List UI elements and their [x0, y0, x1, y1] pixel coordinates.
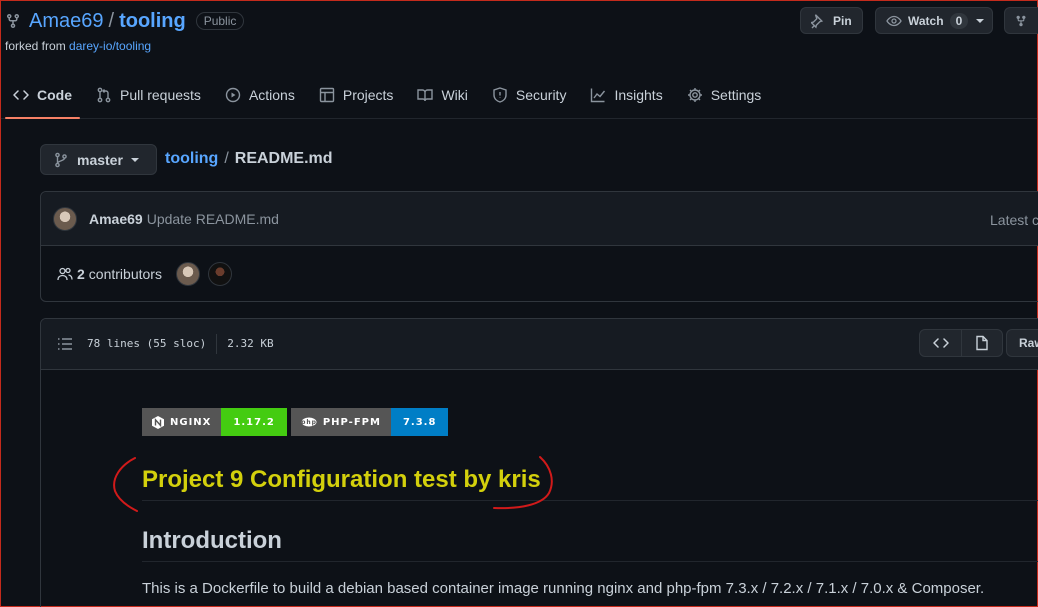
commit-author-link[interactable]: Amae69: [89, 211, 143, 227]
php-logo-icon: php: [301, 417, 317, 427]
repo-separator: /: [108, 9, 115, 32]
avatar[interactable]: [53, 206, 77, 231]
repo-forked-icon: [7, 14, 19, 29]
table-icon: [319, 87, 335, 102]
contributors-count[interactable]: 2: [77, 266, 85, 282]
breadcrumb: tooling / README.md: [165, 150, 333, 168]
watch-button[interactable]: Watch 0: [875, 7, 994, 34]
latest-commit-link[interactable]: Latest c: [990, 212, 1038, 228]
tab-pull-requests[interactable]: Pull requests: [84, 71, 213, 118]
watch-count: 0: [949, 12, 969, 29]
watch-label: Watch: [908, 13, 944, 28]
fork-icon: [1016, 15, 1026, 26]
php-fpm-badge-left: php PHP-FPM: [290, 408, 391, 436]
raw-button[interactable]: Raw: [1006, 329, 1038, 357]
display-rendered-button[interactable]: [961, 330, 1002, 356]
readme-content: NGINX 1.17.2 php PHP-FPM 7.3.8 Project 9…: [142, 370, 1038, 597]
contributor-avatar[interactable]: [207, 261, 232, 286]
view-toggle-group: [919, 329, 1003, 357]
file-header: 78 lines (55 sloc) 2.32 KB Raw: [41, 319, 1038, 370]
divider: [216, 334, 218, 354]
nginx-badge-left: NGINX: [142, 408, 222, 436]
tab-insights-label: Insights: [614, 86, 663, 103]
repo-title: Amae69 / tooling Public: [5, 7, 245, 35]
commit-message-link[interactable]: Update README.md: [147, 211, 279, 227]
play-icon: [225, 87, 241, 102]
file-size: 2.32 KB: [227, 337, 274, 350]
tab-pull-requests-label: Pull requests: [120, 86, 201, 103]
introduction-heading: Introduction: [142, 527, 1038, 562]
tab-actions-label: Actions: [248, 86, 295, 103]
forked-from-link[interactable]: darey-io/tooling: [69, 39, 151, 53]
file-info: 78 lines (55 sloc) 2.32 KB: [87, 334, 274, 354]
people-icon: [57, 267, 73, 280]
nginx-badge-name: NGINX: [170, 416, 212, 428]
breadcrumb-repo-link[interactable]: tooling: [165, 150, 218, 167]
php-fpm-badge-name: PHP-FPM: [322, 416, 381, 428]
tab-actions[interactable]: Actions: [213, 71, 307, 118]
pin-icon: [811, 13, 824, 28]
contributors-row: 2 contributors: [41, 246, 1038, 301]
eye-icon: [886, 15, 902, 26]
tab-code-label: Code: [37, 86, 72, 103]
fork-button[interactable]: [1004, 7, 1038, 34]
shield-badges: NGINX 1.17.2 php PHP-FPM 7.3.8: [142, 408, 1038, 436]
tab-wiki-label: Wiki: [441, 86, 468, 103]
list-icon[interactable]: [57, 336, 73, 352]
tab-settings[interactable]: Settings: [675, 71, 774, 118]
file-view: 78 lines (55 sloc) 2.32 KB Raw NGINX 1.17…: [40, 318, 1038, 607]
breadcrumb-file: README.md: [234, 150, 333, 167]
file-icon: [976, 335, 988, 351]
contributors-label[interactable]: contributors: [89, 266, 162, 282]
tab-wiki[interactable]: Wiki: [405, 71, 479, 118]
tab-security-label: Security: [515, 86, 567, 103]
pull-request-icon: [97, 87, 111, 102]
forked-prefix: forked from: [5, 39, 66, 53]
repo-name-link[interactable]: tooling: [119, 10, 186, 33]
pin-label: Pin: [833, 13, 852, 28]
shield-icon: [493, 86, 507, 103]
branch-select-button[interactable]: master: [40, 144, 157, 175]
chevron-down-icon: [976, 18, 985, 23]
tab-code[interactable]: Code: [1, 71, 84, 119]
tab-projects-label: Projects: [342, 86, 394, 103]
latest-commit-row: Amae69 Update README.md Latest c: [41, 192, 1038, 246]
visibility-badge: Public: [195, 12, 245, 30]
breadcrumb-separator: /: [224, 150, 229, 167]
nginx-logo-icon: [152, 415, 164, 429]
tab-projects[interactable]: Projects: [307, 71, 406, 118]
pin-button[interactable]: Pin: [800, 7, 863, 34]
branch-name: master: [77, 151, 123, 168]
repo-tabs: Code Pull requests Actions Projects Wiki…: [1, 71, 1037, 119]
nginx-badge[interactable]: NGINX 1.17.2: [142, 408, 287, 436]
tab-security[interactable]: Security: [480, 71, 579, 118]
gear-icon: [687, 87, 702, 102]
code-icon: [13, 89, 29, 100]
forked-from-text: forked from darey-io/tooling: [5, 39, 151, 53]
commit-info-box: Amae69 Update README.md Latest c 2 contr…: [40, 191, 1038, 302]
svg-text:php: php: [301, 419, 317, 426]
project-heading: Project 9 Configuration test by kris: [142, 466, 1038, 501]
php-fpm-badge-version: 7.3.8: [390, 408, 449, 436]
file-lines: 78 lines (55 sloc): [87, 337, 207, 350]
code-icon: [932, 338, 949, 348]
php-fpm-badge[interactable]: php PHP-FPM 7.3.8: [290, 408, 449, 436]
graph-icon: [591, 88, 606, 102]
git-branch-icon: [55, 152, 67, 167]
chevron-down-icon: [130, 157, 139, 162]
intro-paragraph: This is a Dockerfile to build a debian b…: [142, 580, 985, 597]
book-icon: [417, 88, 434, 101]
display-source-button[interactable]: [920, 330, 961, 356]
tab-insights[interactable]: Insights: [578, 71, 674, 118]
repo-owner-link[interactable]: Amae69: [29, 10, 104, 33]
contributor-avatar[interactable]: [175, 261, 200, 286]
tab-settings-label: Settings: [710, 86, 762, 103]
nginx-badge-version: 1.17.2: [221, 408, 287, 436]
